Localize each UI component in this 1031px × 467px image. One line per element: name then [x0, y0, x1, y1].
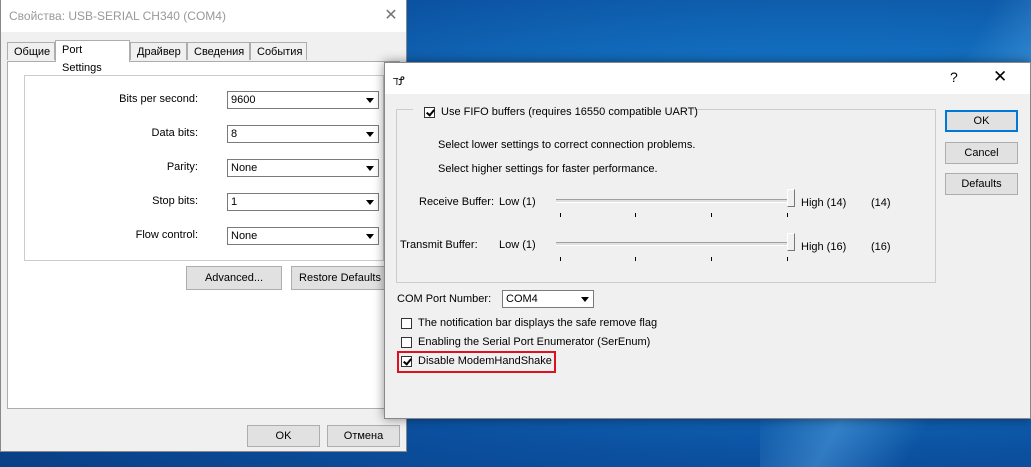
settings-group: Bits per second: 9600 Data bits: 8 Parit…	[24, 75, 384, 261]
hint-higher-text: Select higher settings for faster perfor…	[438, 163, 658, 175]
transmit-tick	[560, 257, 561, 261]
chevron-down-icon	[363, 195, 377, 209]
close-icon[interactable]: ✕	[993, 67, 1007, 87]
serenum-label: Enabling the Serial Port Enumerator (Ser…	[418, 336, 651, 348]
highlight-box	[397, 351, 556, 373]
advanced-button[interactable]: Advanced...	[186, 266, 282, 290]
data-bits-label: Data bits:	[151, 127, 198, 139]
fifo-label: Use FIFO buffers (requires 16550 compati…	[441, 106, 698, 118]
flow-control-select[interactable]: None	[227, 227, 379, 245]
serenum-checkbox[interactable]	[401, 337, 412, 348]
tab-port-settings[interactable]: Port Settings	[55, 40, 130, 74]
safe-remove-checkbox[interactable]	[401, 318, 412, 329]
help-icon[interactable]: ?	[950, 69, 958, 85]
transmit-buffer-track	[556, 242, 794, 246]
port-settings-panel: Bits per second: 9600 Data bits: 8 Parit…	[7, 61, 400, 409]
title-bar: Свойства: USB-SERIAL CH340 (COM4) ✕	[1, 0, 406, 32]
stop-bits-label: Stop bits:	[152, 195, 198, 207]
tab-details[interactable]: Сведения	[187, 42, 250, 60]
safe-remove-label: The notification bar displays the safe r…	[418, 317, 658, 329]
com-port-label: COM Port Number:	[397, 293, 492, 305]
advanced-settings-dialog: ℸꝬ ? ✕ Use FIFO buffers (requires 16550 …	[384, 62, 1031, 419]
parity-label: Parity:	[166, 161, 198, 173]
ok-button[interactable]: OK	[247, 425, 320, 447]
data-bits-select[interactable]: 8	[227, 125, 379, 143]
fifo-checkbox[interactable]	[424, 107, 435, 118]
chevron-down-icon	[363, 161, 377, 175]
transmit-tick	[635, 257, 636, 261]
receive-low-label: Low (1)	[499, 196, 536, 208]
chevron-down-icon	[578, 292, 592, 306]
tab-events[interactable]: События	[250, 42, 307, 60]
transmit-low-label: Low (1)	[499, 239, 536, 251]
transmit-buffer-thumb[interactable]	[787, 233, 795, 251]
close-icon[interactable]: ✕	[376, 0, 406, 32]
window-title: Свойства: USB-SERIAL CH340 (COM4)	[9, 9, 226, 23]
receive-tick	[635, 213, 636, 217]
port-properties-window: Свойства: USB-SERIAL CH340 (COM4) ✕ Общи…	[0, 0, 407, 452]
ok-button[interactable]: OK	[945, 110, 1018, 132]
receive-tick	[711, 213, 712, 217]
restore-defaults-button[interactable]: Restore Defaults	[291, 266, 389, 290]
tab-driver[interactable]: Драйвер	[130, 42, 187, 60]
transmit-buffer-label: Transmit Buffer:	[400, 239, 478, 251]
receive-high-label: High (14)	[801, 197, 847, 209]
transmit-value: (16)	[871, 241, 891, 253]
receive-buffer-thumb[interactable]	[787, 189, 795, 207]
transmit-tick	[711, 257, 712, 261]
parity-select[interactable]: None	[227, 159, 379, 177]
receive-tick	[560, 213, 561, 217]
defaults-button[interactable]: Defaults	[945, 173, 1018, 195]
transmit-tick	[787, 257, 788, 261]
stop-bits-select[interactable]: 1	[227, 193, 379, 211]
transmit-high-label: High (16)	[801, 241, 847, 253]
chevron-down-icon	[363, 229, 377, 243]
hint-lower-text: Select lower settings to correct connect…	[438, 139, 696, 151]
com-port-select[interactable]: COM4	[502, 290, 594, 308]
tab-general[interactable]: Общие	[7, 42, 55, 60]
dialog-title: ℸꝬ	[393, 74, 405, 88]
title-bar: ℸꝬ ? ✕	[385, 63, 1030, 94]
receive-buffer-label: Receive Buffer:	[419, 196, 495, 208]
receive-buffer-track	[556, 199, 794, 203]
chevron-down-icon	[363, 127, 377, 141]
cancel-button[interactable]: Отмена	[327, 425, 400, 447]
flow-control-label: Flow control:	[135, 229, 198, 241]
receive-value: (14)	[871, 197, 891, 209]
bits-per-second-label: Bits per second:	[119, 93, 198, 105]
chevron-down-icon	[363, 93, 377, 107]
receive-tick	[787, 213, 788, 217]
cancel-button[interactable]: Cancel	[945, 142, 1018, 164]
bits-per-second-select[interactable]: 9600	[227, 91, 379, 109]
